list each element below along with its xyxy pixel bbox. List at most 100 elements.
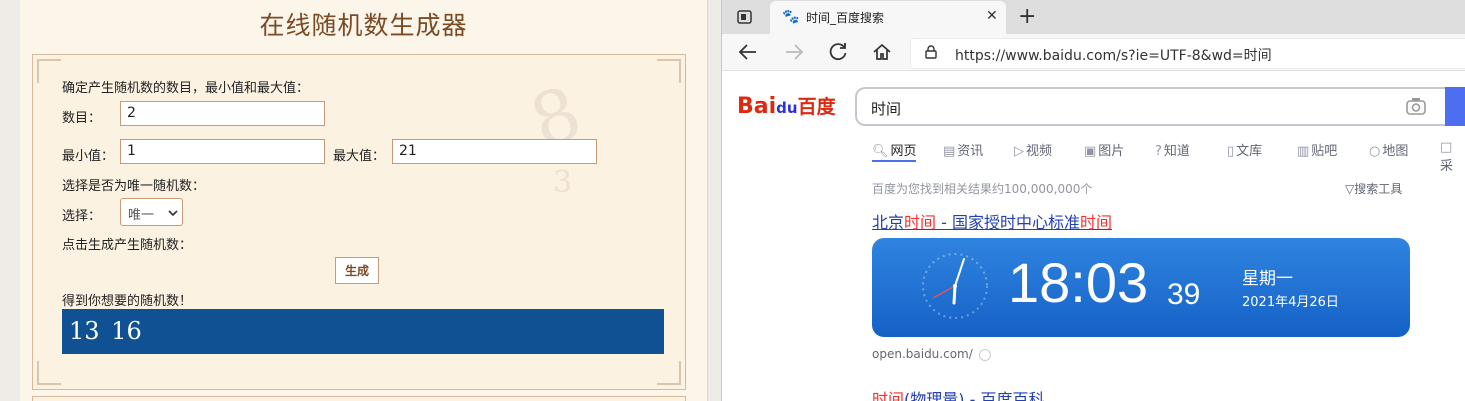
result-display: 13 16: [62, 309, 664, 354]
result-title-link-2[interactable]: 时间(物理量) - 百度百科: [872, 386, 1044, 401]
tab-bar: 🐾 时间_百度搜索 ✕ +: [722, 0, 1465, 34]
cart-icon: □: [1440, 140, 1453, 155]
logo-text-cn: 百度: [797, 96, 836, 118]
search-button[interactable]: [1445, 87, 1465, 126]
tab-tieba[interactable]: ▥ 贴吧: [1297, 140, 1337, 159]
max-label: 最大值：: [333, 149, 386, 164]
back-icon[interactable]: [738, 43, 758, 61]
refresh-icon[interactable]: [828, 42, 848, 62]
min-input[interactable]: 1: [120, 139, 325, 164]
map-pin-icon: ○: [1369, 144, 1381, 159]
select-label: 选择：: [62, 209, 102, 224]
tab-zhidao[interactable]: ? 知道: [1155, 140, 1190, 159]
active-tab-underline: [872, 160, 916, 162]
lock-icon: [925, 45, 937, 59]
result-title-highlight: 时间: [872, 390, 905, 401]
max-input[interactable]: 21: [392, 139, 597, 164]
browser-window: 🐾 时间_百度搜索 ✕ + https://www.baidu.com/s?ie…: [721, 0, 1465, 401]
unique-select[interactable]: 唯一: [120, 198, 183, 226]
intro-text: 确定产生随机数的数目，最小值和最大值：: [62, 81, 310, 96]
tab-zhidao-label: 知道: [1163, 144, 1190, 159]
info-icon[interactable]: [978, 348, 991, 361]
result-source[interactable]: open.baidu.com/: [872, 347, 991, 361]
click-prompt: 点击生成产生随机数：: [62, 238, 193, 253]
result-title-highlight: 时间: [904, 213, 937, 232]
corner-ornament: [37, 361, 61, 385]
tab-images[interactable]: ▣ 图片: [1084, 140, 1124, 159]
camera-icon[interactable]: [1405, 95, 1427, 117]
count-input[interactable]: 2: [120, 101, 325, 126]
tab-news-label: 资讯: [957, 144, 984, 159]
tab-wenku[interactable]: ▯ 文库: [1227, 140, 1262, 159]
tab-tieba-label: 贴吧: [1311, 144, 1338, 159]
baidu-logo[interactable]: Baidu百度: [737, 92, 836, 119]
search-tools-label: 搜索工具: [1354, 182, 1403, 196]
news-icon: ▤: [943, 144, 956, 159]
time-card: 18:03 39 星期一 2021年4月26日: [872, 238, 1410, 337]
address-bar[interactable]: https://www.baidu.com/s?ie=UTF-8&wd=时间: [910, 38, 1465, 69]
result-prompt: 得到你想要的随机数！: [62, 294, 193, 309]
logo-paw: du: [776, 99, 798, 117]
navigation-bar: https://www.baidu.com/s?ie=UTF-8&wd=时间: [722, 34, 1465, 71]
tieba-icon: ▥: [1297, 144, 1310, 159]
tab-map-label: 地图: [1382, 144, 1409, 159]
second-frame: [32, 396, 686, 401]
digital-seconds: 39: [1167, 278, 1201, 311]
corner-ornament: [657, 361, 681, 385]
result-title-highlight: 时间: [1079, 213, 1112, 232]
forward-icon[interactable]: [784, 43, 804, 61]
baidu-paw-icon: 🐾: [782, 9, 800, 25]
logo-text: Bai: [737, 94, 777, 119]
search-tools-button[interactable]: ▽搜索工具: [1345, 180, 1402, 197]
date-text: 2021年4月26日: [1242, 295, 1339, 310]
select-value: 唯一: [128, 208, 155, 223]
tab-more-label: 采: [1440, 159, 1454, 174]
left-border: [0, 0, 21, 401]
count-label: 数目：: [62, 111, 102, 126]
image-icon: ▣: [1084, 144, 1097, 159]
video-icon: ▷: [1014, 144, 1024, 159]
tab-title: 时间_百度搜索: [806, 11, 885, 25]
tab-map[interactable]: ○ 地图: [1369, 140, 1408, 159]
watermark-digits: 3: [553, 165, 573, 200]
unique-prompt: 选择是否为唯一随机数：: [62, 179, 206, 194]
digital-time: 18:03: [1008, 251, 1149, 314]
tab-web-label: 网页: [890, 144, 917, 159]
tab-video[interactable]: ▷ 视频: [1014, 140, 1052, 159]
filter-icon: ▽: [1345, 182, 1355, 196]
tab-actions-icon[interactable]: [736, 8, 754, 26]
active-tab[interactable]: 🐾 时间_百度搜索 ✕: [770, 1, 1006, 34]
question-icon: ?: [1155, 144, 1162, 159]
result-title-part: (物理量) - 百度百科: [904, 390, 1045, 401]
analog-clock-icon: [922, 253, 988, 319]
search-icon: 🔍︎: [872, 144, 889, 159]
result-title-link[interactable]: 北京时间 - 国家授时中心标准时间: [872, 209, 1112, 233]
close-icon[interactable]: ✕: [986, 8, 998, 24]
generate-button[interactable]: 生成: [335, 257, 379, 284]
corner-ornament: [37, 59, 61, 83]
tab-web[interactable]: 🔍︎ 网页: [872, 140, 917, 159]
search-box[interactable]: 时间: [855, 87, 1445, 126]
corner-ornament: [657, 59, 681, 83]
weekday: 星期一: [1242, 269, 1293, 289]
generator-panel: 在线随机数生成器 8 3 确定产生随机数的数目，最小值和最大值： 数目： 2 最…: [20, 0, 707, 401]
url-text: https://www.baidu.com/s?ie=UTF-8&wd=时间: [955, 48, 1272, 64]
page-title: 在线随机数生成器: [259, 11, 468, 40]
result-title-part: - 国家授时中心标准: [936, 213, 1080, 232]
chevron-down-icon: [168, 210, 178, 217]
result-count: 百度为您找到相关结果约100,000,000个: [872, 182, 1093, 196]
home-icon[interactable]: [872, 42, 892, 62]
tab-video-label: 视频: [1026, 144, 1053, 159]
right-border: [707, 0, 721, 401]
min-label: 最小值：: [62, 149, 115, 164]
plus-icon[interactable]: +: [1018, 4, 1036, 29]
tab-images-label: 图片: [1098, 144, 1125, 159]
document-icon: ▯: [1227, 144, 1235, 159]
search-input[interactable]: 时间: [871, 98, 901, 119]
source-url: open.baidu.com/: [872, 347, 973, 361]
result-title-part: 北京: [872, 213, 905, 232]
tab-wenku-label: 文库: [1236, 144, 1263, 159]
tab-more[interactable]: □采: [1440, 140, 1465, 174]
random-generator-window: 在线随机数生成器 8 3 确定产生随机数的数目，最小值和最大值： 数目： 2 最…: [0, 0, 721, 401]
tab-news[interactable]: ▤ 资讯: [943, 140, 983, 159]
